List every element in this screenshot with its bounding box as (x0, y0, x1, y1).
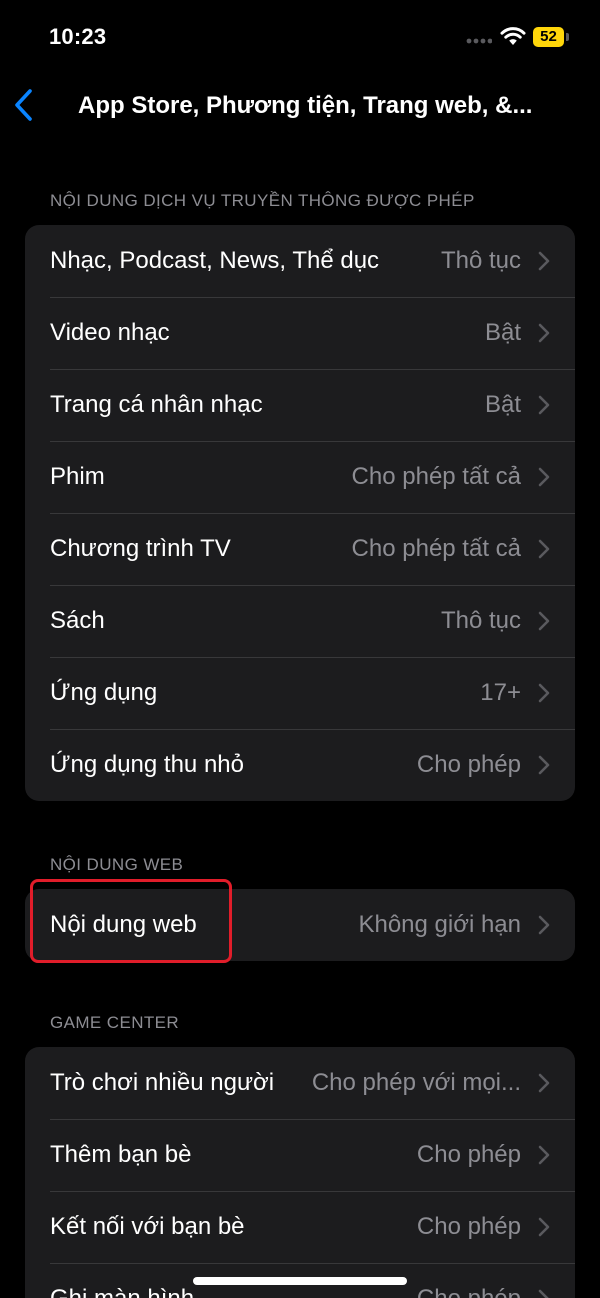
row-label: Ứng dụng thu nhỏ (50, 751, 244, 778)
row-value: Cho phép với mọi... (311, 1069, 521, 1096)
row-apps[interactable]: Ứng dụng 17+ (25, 657, 575, 729)
row-tv-shows[interactable]: Chương trình TV Cho phép tất cả (25, 513, 575, 585)
row-label: Phim (50, 463, 105, 490)
row-divider (50, 1119, 575, 1120)
row-label: Ghi màn hình (50, 1285, 194, 1298)
highlight-annotation (30, 879, 232, 963)
row-label: Trò chơi nhiều người (50, 1069, 275, 1096)
chevron-right-icon (538, 1217, 550, 1237)
row-divider (50, 369, 575, 370)
row-divider (50, 729, 575, 730)
chevron-right-icon (538, 611, 550, 631)
section-header-media: NỘI DUNG DỊCH VỤ TRUYỀN THÔNG ĐƯỢC PHÉP (50, 191, 475, 210)
row-label: Video nhạc (50, 319, 170, 346)
section-header-game-center: GAME CENTER (50, 1013, 180, 1032)
row-app-clips[interactable]: Ứng dụng thu nhỏ Cho phép (25, 729, 575, 801)
home-indicator[interactable] (193, 1277, 407, 1285)
row-multiplayer-games[interactable]: Trò chơi nhiều người Cho phép với mọi... (25, 1047, 575, 1119)
row-value: Cho phép (417, 1285, 521, 1298)
group-game-center: Trò chơi nhiều người Cho phép với mọi...… (25, 1047, 575, 1298)
section-header-web: NỘI DUNG WEB (50, 855, 184, 874)
chevron-right-icon (538, 1073, 550, 1093)
wifi-icon (500, 27, 526, 45)
row-label: Nhạc, Podcast, News, Thể dục (50, 247, 380, 274)
status-bar: 10:23 52 (0, 0, 600, 70)
chevron-left-icon[interactable] (8, 85, 44, 125)
chevron-right-icon (538, 395, 550, 415)
row-divider (50, 1263, 575, 1264)
row-value: Cho phép tất cả (351, 535, 521, 562)
chevron-right-icon (538, 1289, 549, 1298)
chevron-right-icon (538, 683, 550, 703)
row-value: Cho phép (416, 1141, 521, 1168)
row-divider (50, 1191, 575, 1192)
row-value: Cho phép (416, 1213, 521, 1240)
row-value: 17+ (480, 679, 521, 706)
nav-bar: App Store, Phương tiện, Trang web, &... (0, 75, 600, 141)
status-time: 10:23 (49, 24, 107, 49)
chevron-right-icon (538, 323, 550, 343)
row-divider (50, 585, 575, 586)
row-value: Thô tục (440, 247, 521, 274)
cellular-dots-icon (466, 38, 492, 44)
row-label: Ứng dụng (50, 679, 158, 706)
battery-icon: 52 (533, 27, 564, 47)
row-label: Thêm bạn bè (50, 1141, 192, 1168)
row-value: Bật (484, 319, 521, 346)
row-books[interactable]: Sách Thô tục (25, 585, 575, 657)
row-value: Thô tục (440, 607, 521, 634)
row-movies[interactable]: Phim Cho phép tất cả (25, 441, 575, 513)
row-label: Trang cá nhân nhạc (50, 391, 263, 418)
row-value: Không giới hạn (358, 911, 521, 938)
page-title: App Store, Phương tiện, Trang web, &... (78, 92, 533, 119)
chevron-right-icon (538, 915, 550, 935)
row-value: Cho phép (416, 751, 521, 778)
row-divider (50, 297, 575, 298)
row-music-podcast[interactable]: Nhạc, Podcast, News, Thể dục Thô tục (25, 225, 575, 297)
battery-nub (566, 33, 569, 41)
row-label: Sách (50, 607, 105, 634)
row-divider (50, 441, 575, 442)
row-adding-friends[interactable]: Thêm bạn bè Cho phép (25, 1119, 575, 1191)
row-label: Kết nối với bạn bè (50, 1213, 245, 1240)
row-divider (50, 657, 575, 658)
row-value: Cho phép tất cả (351, 463, 521, 490)
chevron-right-icon (538, 539, 550, 559)
chevron-right-icon (538, 467, 550, 487)
row-connect-friends[interactable]: Kết nối với bạn bè Cho phép (25, 1191, 575, 1263)
chevron-right-icon (538, 251, 550, 271)
row-value: Bật (484, 391, 521, 418)
row-label: Chương trình TV (50, 535, 231, 562)
row-music-profiles[interactable]: Trang cá nhân nhạc Bật (25, 369, 575, 441)
row-music-videos[interactable]: Video nhạc Bật (25, 297, 575, 369)
group-media-content: Nhạc, Podcast, News, Thể dục Thô tục Vid… (25, 225, 575, 801)
chevron-right-icon (538, 755, 550, 775)
chevron-right-icon (538, 1145, 550, 1165)
row-divider (50, 513, 575, 514)
